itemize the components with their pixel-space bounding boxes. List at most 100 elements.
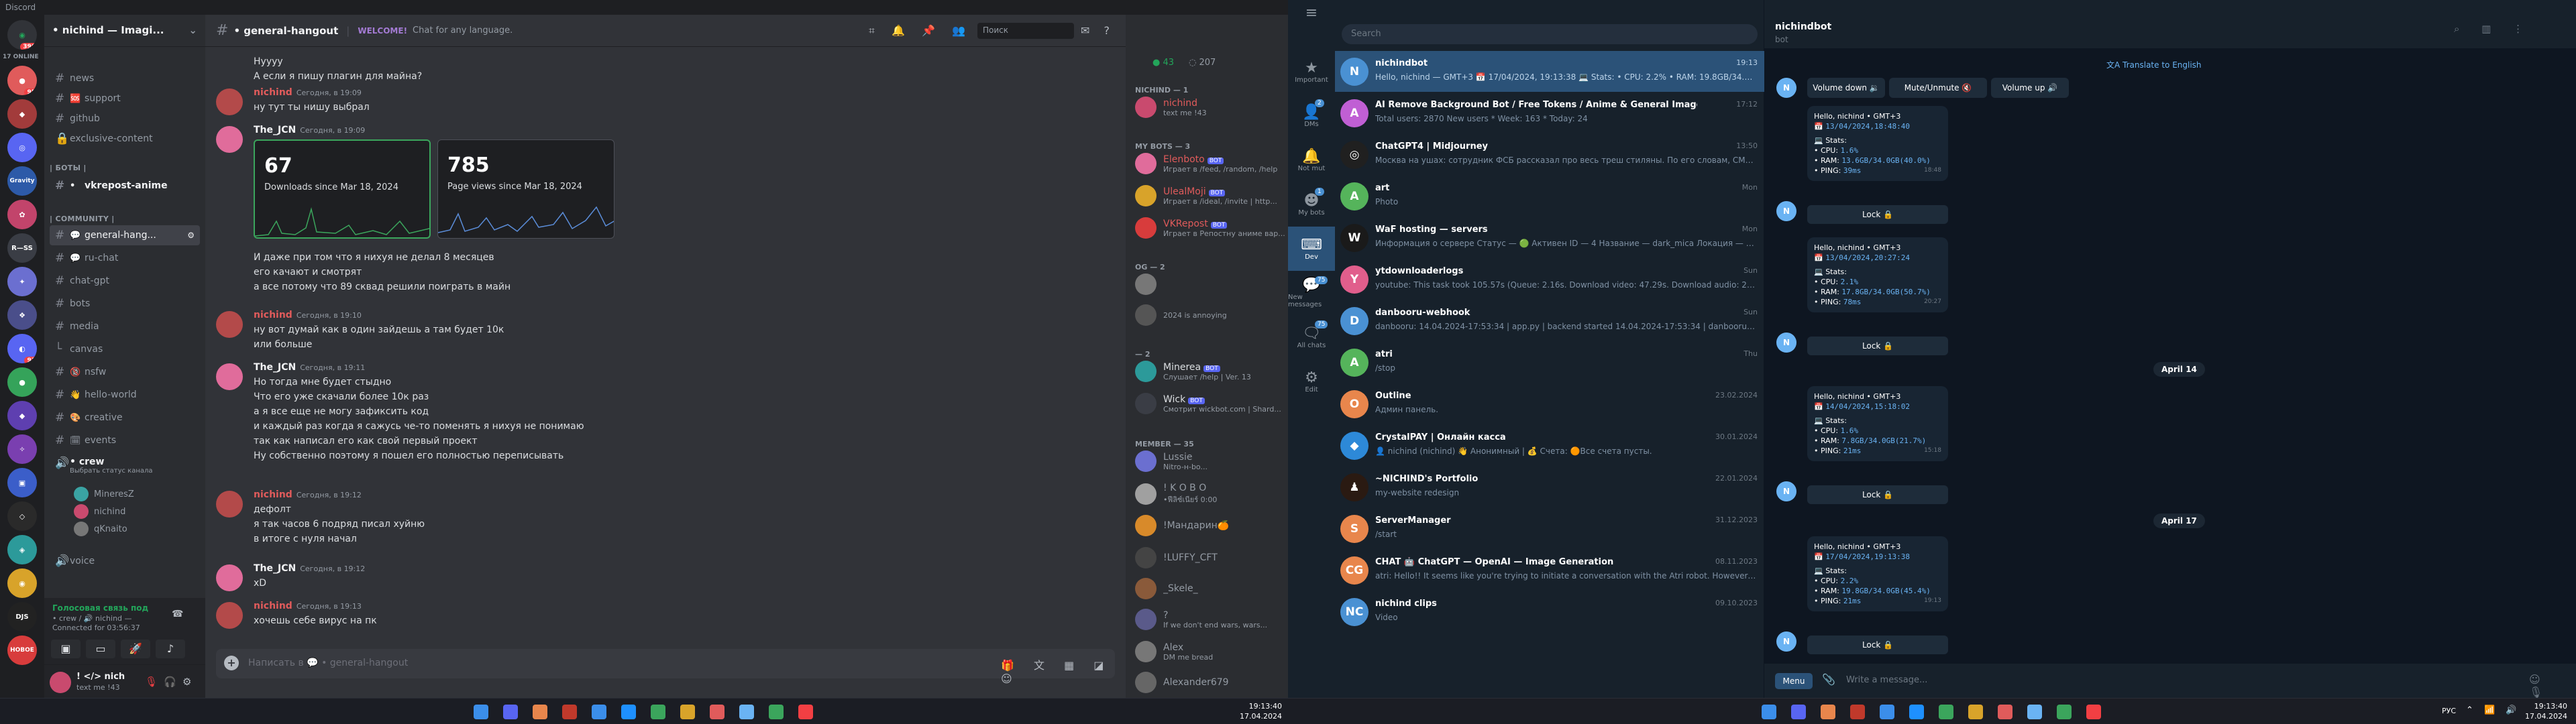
dialog-row[interactable]: A AI Remove Background Bot / Free Tokens … [1335,93,1764,133]
member-item[interactable]: 2024 is annoying [1135,304,1283,326]
member-item[interactable]: _Skele_ [1135,578,1283,599]
search-input[interactable]: Search [1342,24,1758,44]
dialog-row[interactable]: Ddanbooru-webhook Sun danbooru: 14.04.2024… [1335,300,1764,341]
member-item[interactable]: nichind text me !43 [1135,97,1283,118]
channel-ru-chat[interactable]: # 💬 ru-chat [50,248,200,268]
channel-canvas[interactable]: └ canvas [50,339,200,359]
taskbar-app-icon[interactable] [1850,705,1865,719]
taskbar-app-icon[interactable] [1821,705,1835,719]
channel-chat-gpt[interactable]: # chat-gpt [50,271,200,291]
member-item[interactable]: ! K O B O •ฟีลิซ์เนียร์ 0:00 [1135,483,1283,505]
taskbar-app-icon[interactable] [680,705,695,719]
message-input[interactable]: Написать в 💬 • general-hangout [248,658,408,668]
guild-icon[interactable]: ◎ [7,133,37,162]
taskbar-app-icon[interactable] [1939,705,1953,719]
screen-share-button[interactable]: ▭ [86,640,115,658]
dialog-row[interactable]: Aart Mon Photo [1335,176,1764,217]
avatar[interactable] [50,672,71,693]
dialog-row[interactable]: Yytdownloaderlogs Sun youtube: This task t… [1335,259,1764,300]
member-item[interactable]: UlealMoji BOT Играет в /ideal, /invite | h… [1135,185,1283,206]
avatar[interactable] [216,126,243,153]
folder-edit[interactable]: ⚙ Edit [1288,359,1335,404]
folder-not-muted[interactable]: 🔔 Not mut [1288,138,1335,182]
voice-user[interactable]: nichind [74,504,125,519]
avatar[interactable] [216,564,243,591]
category-bots[interactable]: | БОТЫ | [50,164,87,172]
channel-vkrepost[interactable]: # • vkrepost-anime [50,176,200,196]
taskbar-app-icon[interactable] [503,705,518,719]
search-input[interactable]: Поиск [977,22,1075,39]
guild-icon[interactable]: ✦ [7,267,37,296]
message-author[interactable]: nichind Сегодня, в 19:10 [254,310,362,320]
member-item[interactable]: Lussie Nitro-н-bo... [1135,450,1283,472]
language-indicator[interactable]: РУС [2442,707,2456,715]
taskbar-app-icon[interactable] [1968,705,1983,719]
emoji-mic-icons[interactable]: ☺ 🎙 [2529,673,2576,698]
folder-all-chats[interactable]: 🗨 All chats 75 [1288,315,1335,359]
add-attachment-icon[interactable]: + [224,656,239,670]
taskbar-app-icon[interactable] [1909,705,1924,719]
taskbar-app-icon[interactable] [739,705,754,719]
taskbar-app-icon[interactable] [651,705,665,719]
member-item[interactable]: Minerea BOT Слушает /help | Ver. 13 [1135,361,1283,382]
channel-nsfw[interactable]: # 🔞 nsfw [50,362,200,382]
guild-icon[interactable]: DJS [7,602,37,631]
message-author[interactable]: nichind Сегодня, в 19:13 [254,601,362,611]
folder-my-bots[interactable]: ☻ My bots 1 [1288,182,1335,227]
guild-icon[interactable]: ◆ [7,401,37,430]
taskbar-app-icon[interactable] [592,705,606,719]
dialog-row[interactable]: CG CHAT 🤖 ChatGPT — OpenAI — Image Genera… [1335,550,1764,591]
taskbar-app-icon[interactable] [1791,705,1806,719]
taskbar-app-icon[interactable] [710,705,724,719]
mic-muted-icon[interactable]: 🎙 [145,676,158,688]
message-input[interactable]: Write a message... [1846,675,1927,685]
bot-avatar[interactable]: N [1776,481,1796,501]
guild-icon[interactable]: ◉ [7,568,37,598]
guild-icon[interactable]: R—SS [7,233,37,263]
folder-dev[interactable]: ⌨ Dev [1288,227,1335,271]
guild-icon[interactable]: ✧ [7,434,37,464]
member-item[interactable]: !LUFFY_CFT [1135,547,1283,568]
guild-icon[interactable]: ◐ 93 [7,334,37,363]
taskbar-app-icon[interactable] [562,705,577,719]
voice-user[interactable]: MineresZ [74,487,134,501]
settings-gear-icon[interactable]: ⚙ [182,676,191,688]
channel-voice[interactable]: 🔊 voice [50,551,200,571]
taskbar-app-icon[interactable] [621,705,636,719]
channel-creative[interactable]: # 🎨 creative [50,408,200,428]
header-actions-icons[interactable]: ⌕ ▥ ⋮ [2454,23,2532,35]
disconnect-icon[interactable]: ☎ [172,609,183,619]
channel-exclusive[interactable]: 🔒 exclusive-content [50,129,200,149]
taskbar-app-icon[interactable] [533,705,547,719]
camera-button[interactable]: ▣ [51,640,80,658]
avatar[interactable] [216,88,243,115]
dialog-row[interactable]: Aatri Thu/stop [1335,342,1764,383]
guild-icon[interactable]: ◈ [7,535,37,564]
dialog-row[interactable]: S ServerManager 31.12.2023/start [1335,508,1764,549]
message-author[interactable]: nichind Сегодня, в 19:09 [254,87,362,98]
server-header[interactable]: • nichind — Imagi... ⌄ [44,15,205,47]
channel-hello-world[interactable]: # 👋 hello-world [50,385,200,405]
channel-github[interactable]: # github [50,109,200,129]
dialog-row[interactable]: ◆ CrystalPAY | Онлайн касса 30.01.2024 👤 ni… [1335,425,1764,466]
right-clock[interactable]: 19:13:40 17.04.2024 [2525,701,2567,721]
taskbar-app-icon[interactable] [769,705,784,719]
dialog-row[interactable]: ◎ ChatGPT4 | Midjourney 13:50 Москва на уша… [1335,134,1764,175]
guild-icon[interactable]: ❖ [7,300,37,330]
gear-icon[interactable]: ⚙ [187,231,195,240]
taskbar-app-icon[interactable] [798,705,813,719]
avatar[interactable] [216,491,243,518]
taskbar-app-icon[interactable] [1998,705,2012,719]
avatar[interactable] [216,602,243,629]
category-community[interactable]: | COMMUNITY | [50,215,115,223]
dialog-row[interactable]: ♟ ~NICHIND's Portfolio 22.01.2024 my-websit… [1335,467,1764,507]
channel-crew[interactable]: 🔊 • crew Выбрать статус канала [50,455,200,477]
activity-button[interactable]: 🚀 [121,640,150,658]
folder-new-messages[interactable]: 💬 New messages 75 [1288,271,1335,315]
taskbar-app-icon[interactable] [1762,705,1776,719]
dialog-row[interactable]: Nnichindbot 19:13 Hello, nichind — GMT+3 📅… [1335,51,1764,92]
member-item[interactable]: Alexander679 [1135,672,1283,693]
lock-button[interactable]: Lock 🔒 [1807,485,1948,504]
lock-button[interactable]: Lock 🔒 [1807,636,1948,654]
channel-bots[interactable]: # bots [50,294,200,314]
